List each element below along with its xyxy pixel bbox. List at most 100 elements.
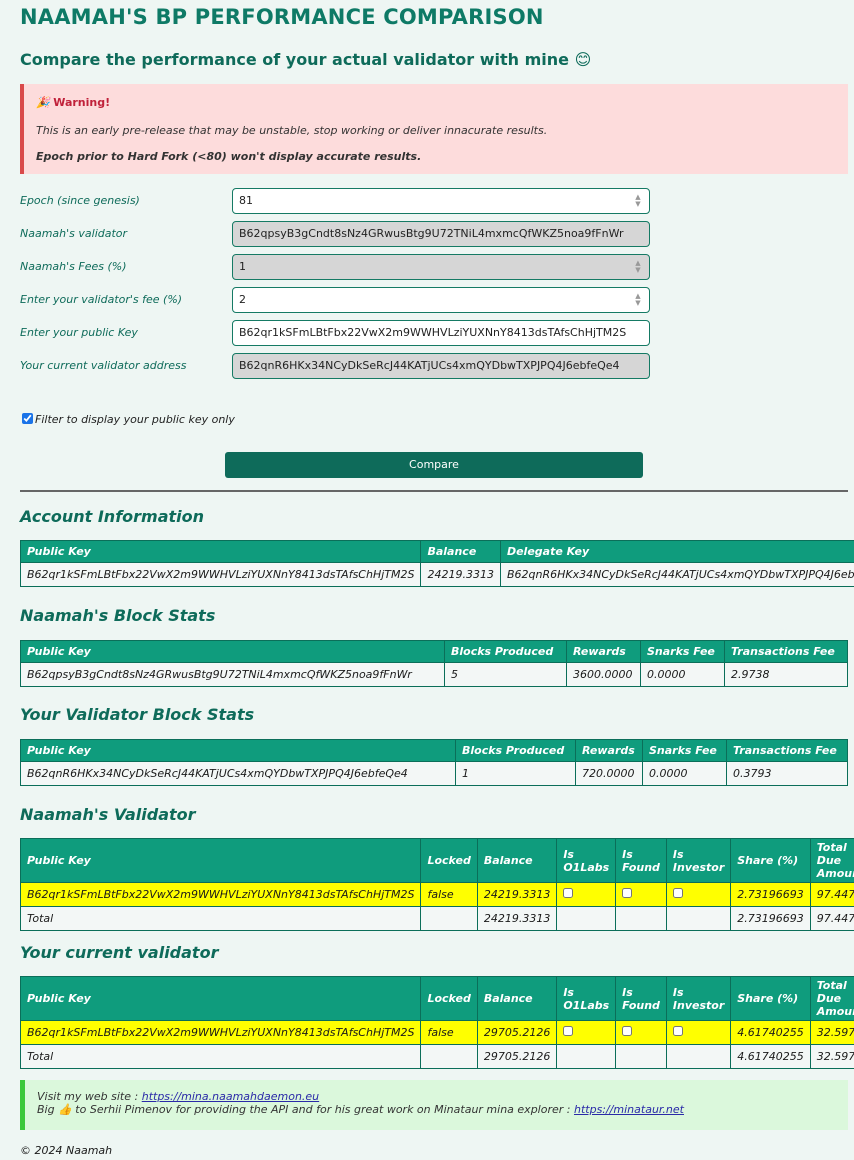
column-header: Transactions Fee (726, 739, 848, 762)
current-validator-label: Your current validator address (20, 359, 187, 372)
is-o1labs-checkbox[interactable] (563, 888, 574, 898)
table-cell (615, 906, 667, 931)
your-fee-label: Enter your validator's fee (%) (20, 293, 183, 306)
table-cell: 3600.0000 (566, 662, 641, 687)
column-header: Public Key (19, 838, 422, 883)
is-found-cell (615, 1020, 667, 1045)
table-cell: B62qr1kSFmLBtFbx22VwX2m9WWHVLziYUXNnY841… (19, 882, 422, 907)
website-link[interactable]: https://mina.naamahdaemon.eu (142, 1090, 319, 1103)
is-o1labs-checkbox[interactable] (563, 1026, 574, 1036)
your-fee-row: Enter your validator's fee (%) 2 ▲ ▼ (20, 287, 850, 313)
compare-button[interactable]: Compare (225, 452, 643, 478)
table-cell: B62qnR6HKx34NCyDkSeRcJ44KATjUCs4xmQYDbwT… (499, 562, 854, 587)
public-key-label: Enter your public Key (20, 326, 138, 339)
column-header: Delegate Key (499, 540, 854, 563)
table-cell: B62qpsyB3gCndt8sNz4GRwusBtg9U72TNiL4mxmc… (20, 662, 445, 687)
is-o1labs-cell (556, 882, 617, 907)
page-subtitle: Compare the performance of your actual v… (20, 50, 592, 69)
column-header: Share (%) (730, 838, 811, 883)
column-header: Total Due Amount (809, 838, 854, 883)
table-cell: 32.5976 (809, 1020, 854, 1045)
table-row: B62qr1kSFmLBtFbx22VwX2m9WWHVLziYUXNnY841… (19, 882, 854, 907)
is-investor-cell (665, 1020, 732, 1045)
warning-box: 🎉 Warning! This is an early pre-release … (20, 84, 848, 174)
naamah-fees-label: Naamah's Fees (%) (20, 260, 127, 273)
table-cell: 2.73196693 (730, 882, 811, 907)
table-cell: 24219.3313 (476, 906, 558, 931)
minataur-link[interactable]: https://minataur.net (574, 1103, 684, 1116)
divider (20, 490, 848, 492)
spinner-icon: ▲ ▼ (635, 259, 641, 274)
table-cell (556, 1044, 617, 1069)
spinner-icon[interactable]: ▲ ▼ (633, 293, 643, 307)
table-cell: 0.3793 (726, 761, 848, 786)
table-cell: 97.4477 (809, 882, 854, 907)
copyright: © 2024 Naamah (20, 1144, 113, 1157)
table-cell: B62qr1kSFmLBtFbx22VwX2m9WWHVLziYUXNnY841… (19, 562, 422, 587)
warning-line-2: Epoch prior to Hard Fork (<80) won't dis… (36, 150, 422, 163)
naamah-fees-field: 1 ▲ ▼ (232, 254, 650, 280)
naamah-validator-row: Naamah's validator B62qpsyB3gCndt8sNz4GR… (20, 221, 850, 247)
table-cell: 4.61740255 (730, 1020, 811, 1045)
table-cell: B62qr1kSFmLBtFbx22VwX2m9WWHVLziYUXNnY841… (19, 1020, 422, 1045)
table-cell (420, 1044, 478, 1069)
is-found-checkbox[interactable] (622, 1026, 633, 1036)
is-investor-checkbox[interactable] (672, 1026, 683, 1036)
table-cell: 720.0000 (575, 761, 643, 786)
column-header: Is Found (615, 976, 667, 1021)
epoch-input[interactable]: 81 ▲ ▼ (232, 188, 650, 214)
current-validator-table: Public Key Locked Balance Is O1Labs Is F… (19, 976, 854, 1069)
filter-checkbox[interactable] (22, 413, 33, 424)
naamah-validator-field: B62qpsyB3gCndt8sNz4GRwusBtg9U72TNiL4mxmc… (232, 221, 650, 247)
column-header: Is Investor (665, 976, 732, 1021)
column-header: Share (%) (730, 976, 811, 1021)
warning-line-1: This is an early pre-release that may be… (36, 124, 548, 137)
table-header-row: Public Key Balance Delegate Key (19, 540, 854, 563)
column-header: Is O1Labs (556, 976, 617, 1021)
table-cell: 29705.2126 (476, 1020, 558, 1045)
footer-box: Visit my web site : https://mina.naamahd… (20, 1080, 848, 1130)
table-cell: 5 (444, 662, 567, 687)
table-cell: 24219.3313 (476, 882, 558, 907)
table-total-row: Total 24219.3313 2.73196693 97.4477 (19, 906, 854, 931)
table-row: B62qnR6HKx34NCyDkSeRcJ44KATjUCs4xmQYDbwT… (20, 761, 848, 786)
table-row: B62qr1kSFmLBtFbx22VwX2m9WWHVLziYUXNnY841… (19, 562, 854, 587)
table-cell: Total (19, 1044, 422, 1069)
column-header: Public Key (19, 976, 422, 1021)
column-header: Is Found (615, 838, 667, 883)
column-header: Snarks Fee (642, 739, 727, 762)
current-validator-field: B62qnR6HKx34NCyDkSeRcJ44KATjUCs4xmQYDbwT… (232, 353, 650, 379)
table-cell: 0.0000 (642, 761, 727, 786)
table-cell (420, 906, 478, 931)
table-cell: 32.5976 (809, 1044, 854, 1069)
column-header: Balance (476, 838, 558, 883)
epoch-row: Epoch (since genesis) 81 ▲ ▼ (20, 188, 850, 214)
your-fee-input[interactable]: 2 ▲ ▼ (232, 287, 650, 313)
current-validator-title: Your current validator (20, 943, 219, 962)
public-key-input[interactable]: B62qr1kSFmLBtFbx22VwX2m9WWHVLziYUXNnY841… (232, 320, 650, 346)
table-cell: 0.0000 (640, 662, 725, 687)
table-header-row: Public Key Blocks Produced Rewards Snark… (20, 739, 848, 762)
table-cell: B62qnR6HKx34NCyDkSeRcJ44KATjUCs4xmQYDbwT… (20, 761, 456, 786)
table-header-row: Public Key Locked Balance Is O1Labs Is F… (19, 838, 854, 883)
account-title: Account Information (20, 507, 205, 526)
is-found-checkbox[interactable] (622, 888, 633, 898)
table-row: B62qr1kSFmLBtFbx22VwX2m9WWHVLziYUXNnY841… (19, 1020, 854, 1045)
column-header: Public Key (20, 640, 445, 663)
column-header: Snarks Fee (640, 640, 725, 663)
is-investor-checkbox[interactable] (672, 888, 683, 898)
table-cell: 29705.2126 (476, 1044, 558, 1069)
table-cell (665, 906, 732, 931)
column-header: Rewards (566, 640, 641, 663)
epoch-label: Epoch (since genesis) (20, 194, 140, 207)
table-cell (615, 1044, 667, 1069)
thumbs-up-icon: 👍 (58, 1103, 72, 1116)
naamah-fees-row: Naamah's Fees (%) 1 ▲ ▼ (20, 254, 850, 280)
table-total-row: Total 29705.2126 4.61740255 32.5976 (19, 1044, 854, 1069)
table-cell: false (420, 1020, 478, 1045)
spinner-icon[interactable]: ▲ ▼ (633, 194, 643, 208)
current-validator-row: Your current validator address B62qnR6HK… (20, 353, 850, 379)
column-header: Transactions Fee (724, 640, 848, 663)
column-header: Public Key (19, 540, 422, 563)
account-table: Public Key Balance Delegate Key B62qr1kS… (19, 540, 854, 587)
